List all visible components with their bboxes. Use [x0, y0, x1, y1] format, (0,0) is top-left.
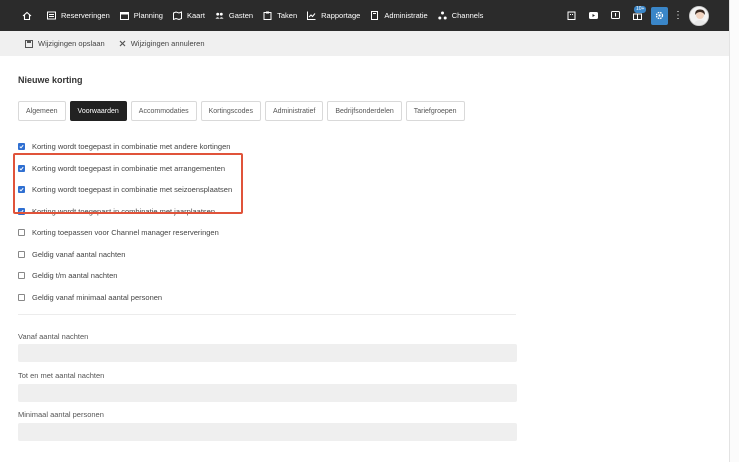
- home-icon[interactable]: [17, 0, 37, 31]
- more-vertical-icon[interactable]: ⋮: [671, 10, 685, 21]
- checkbox[interactable]: [18, 143, 25, 151]
- gear-icon[interactable]: [651, 6, 668, 25]
- nav-administratie[interactable]: Administratie: [370, 0, 428, 31]
- checkbox-row[interactable]: Geldig t/m aantal nachten: [18, 265, 232, 287]
- tab-bedrijfsonderdelen[interactable]: Bedrijfsonderdelen: [327, 101, 402, 121]
- calendar-list-icon: [47, 11, 56, 20]
- nav-taken[interactable]: Taken: [263, 0, 297, 31]
- nav-gasten[interactable]: Gasten: [215, 0, 253, 31]
- save-icon: [25, 39, 33, 48]
- min-personen-input[interactable]: [18, 423, 517, 441]
- checkbox-row[interactable]: Korting wordt toegepast in combinatie me…: [18, 201, 232, 223]
- tab-voorwaarden[interactable]: Voorwaarden: [69, 101, 127, 121]
- nav-label: Reserveringen: [61, 11, 110, 20]
- building-icon[interactable]: [560, 0, 582, 31]
- checkbox[interactable]: [18, 164, 25, 172]
- nav-planning[interactable]: Planning: [119, 0, 163, 31]
- checkbox-label: Geldig t/m aantal nachten: [32, 271, 118, 281]
- tab-tariefgroepen[interactable]: Tariefgroepen: [405, 101, 465, 121]
- nav-label: Administratie: [384, 11, 428, 20]
- nav-rapportage[interactable]: Rapportage: [307, 0, 360, 31]
- checkbox-label: Korting wordt toegepast in combinatie me…: [32, 163, 226, 173]
- nav-label: Planning: [133, 11, 163, 20]
- checkbox[interactable]: [18, 272, 25, 280]
- page-title: Nieuwe korting: [18, 75, 83, 85]
- save-label: Wijzigingen opslaan: [38, 39, 105, 48]
- avatar[interactable]: [689, 5, 709, 26]
- conditions-list: Korting wordt toegepast in combinatie me…: [18, 136, 232, 308]
- checkbox[interactable]: [18, 250, 25, 258]
- min-personen-label: Minimaal aantal personen: [18, 410, 104, 419]
- checkbox[interactable]: [18, 207, 25, 215]
- document-icon: [370, 11, 379, 20]
- calendar-icon: [119, 11, 129, 20]
- info-icon[interactable]: [604, 0, 626, 31]
- clipboard-icon: [263, 11, 272, 20]
- nav-label: Taken: [277, 11, 298, 20]
- checkbox-label: Geldig vanaf minimaal aantal personen: [32, 292, 163, 302]
- nav-right-group: 10+ ⋮: [560, 0, 729, 31]
- video-icon[interactable]: [582, 0, 604, 31]
- tot-nachten-label: Tot en met aantal nachten: [18, 371, 105, 380]
- tab-bar: Algemeen Voorwaarden Accommodaties Korti…: [18, 101, 469, 121]
- vanaf-nachten-label: Vanaf aantal nachten: [18, 332, 89, 341]
- checkbox-row[interactable]: Geldig vanaf minimaal aantal personen: [18, 287, 232, 309]
- tab-kortingscodes[interactable]: Kortingscodes: [200, 101, 261, 121]
- action-bar: Wijzigingen opslaan Wijzigingen annulere…: [0, 31, 729, 56]
- checkbox-label: Geldig vanaf aantal nachten: [32, 249, 126, 259]
- tab-accommodaties[interactable]: Accommodaties: [130, 101, 197, 121]
- gift-icon[interactable]: 10+: [626, 0, 648, 31]
- cancel-label: Wijzigingen annuleren: [130, 39, 205, 48]
- nav-label: Channels: [451, 11, 484, 20]
- notification-badge: 10+: [634, 6, 647, 13]
- chart-icon: [307, 11, 316, 20]
- nav-label: Rapportage: [321, 11, 361, 20]
- checkbox[interactable]: [18, 229, 25, 237]
- checkbox-row[interactable]: Geldig vanaf aantal nachten: [18, 244, 232, 266]
- checkbox[interactable]: [18, 186, 25, 194]
- checkbox-row[interactable]: Korting wordt toegepast in combinatie me…: [18, 158, 232, 180]
- nav-channels[interactable]: Channels: [437, 0, 484, 31]
- tot-nachten-input[interactable]: [18, 384, 517, 402]
- checkbox-row[interactable]: Korting wordt toegepast in combinatie me…: [18, 136, 232, 158]
- nav-label: Gasten: [228, 11, 254, 20]
- tab-administratief[interactable]: Administratief: [264, 101, 324, 121]
- network-icon: [437, 11, 447, 20]
- checkbox[interactable]: [18, 293, 25, 301]
- close-icon: [119, 40, 126, 47]
- nav-reserveringen[interactable]: Reserveringen: [47, 0, 110, 31]
- nav-kaart[interactable]: Kaart: [172, 0, 205, 31]
- users-icon: [215, 11, 224, 20]
- page-scrollbar[interactable]: [729, 0, 739, 462]
- checkbox-row[interactable]: Korting toepassen voor Channel manager r…: [18, 222, 232, 244]
- cancel-button[interactable]: Wijzigingen annuleren: [119, 39, 205, 48]
- vanaf-nachten-input[interactable]: [18, 344, 517, 362]
- top-navbar: Reserveringen Planning Kaart Gasten Take…: [0, 0, 729, 31]
- map-icon: [172, 11, 182, 20]
- checkbox-row[interactable]: Korting wordt toegepast in combinatie me…: [18, 179, 232, 201]
- checkbox-label: Korting wordt toegepast in combinatie me…: [32, 185, 233, 195]
- checkbox-label: Korting wordt toegepast in combinatie me…: [32, 142, 231, 152]
- nav-label: Kaart: [186, 11, 205, 20]
- save-button[interactable]: Wijzigingen opslaan: [25, 39, 105, 48]
- divider: [18, 314, 516, 315]
- tab-algemeen[interactable]: Algemeen: [18, 101, 66, 121]
- checkbox-label: Korting toepassen voor Channel manager r…: [32, 228, 219, 238]
- checkbox-label: Korting wordt toegepast in combinatie me…: [32, 206, 216, 216]
